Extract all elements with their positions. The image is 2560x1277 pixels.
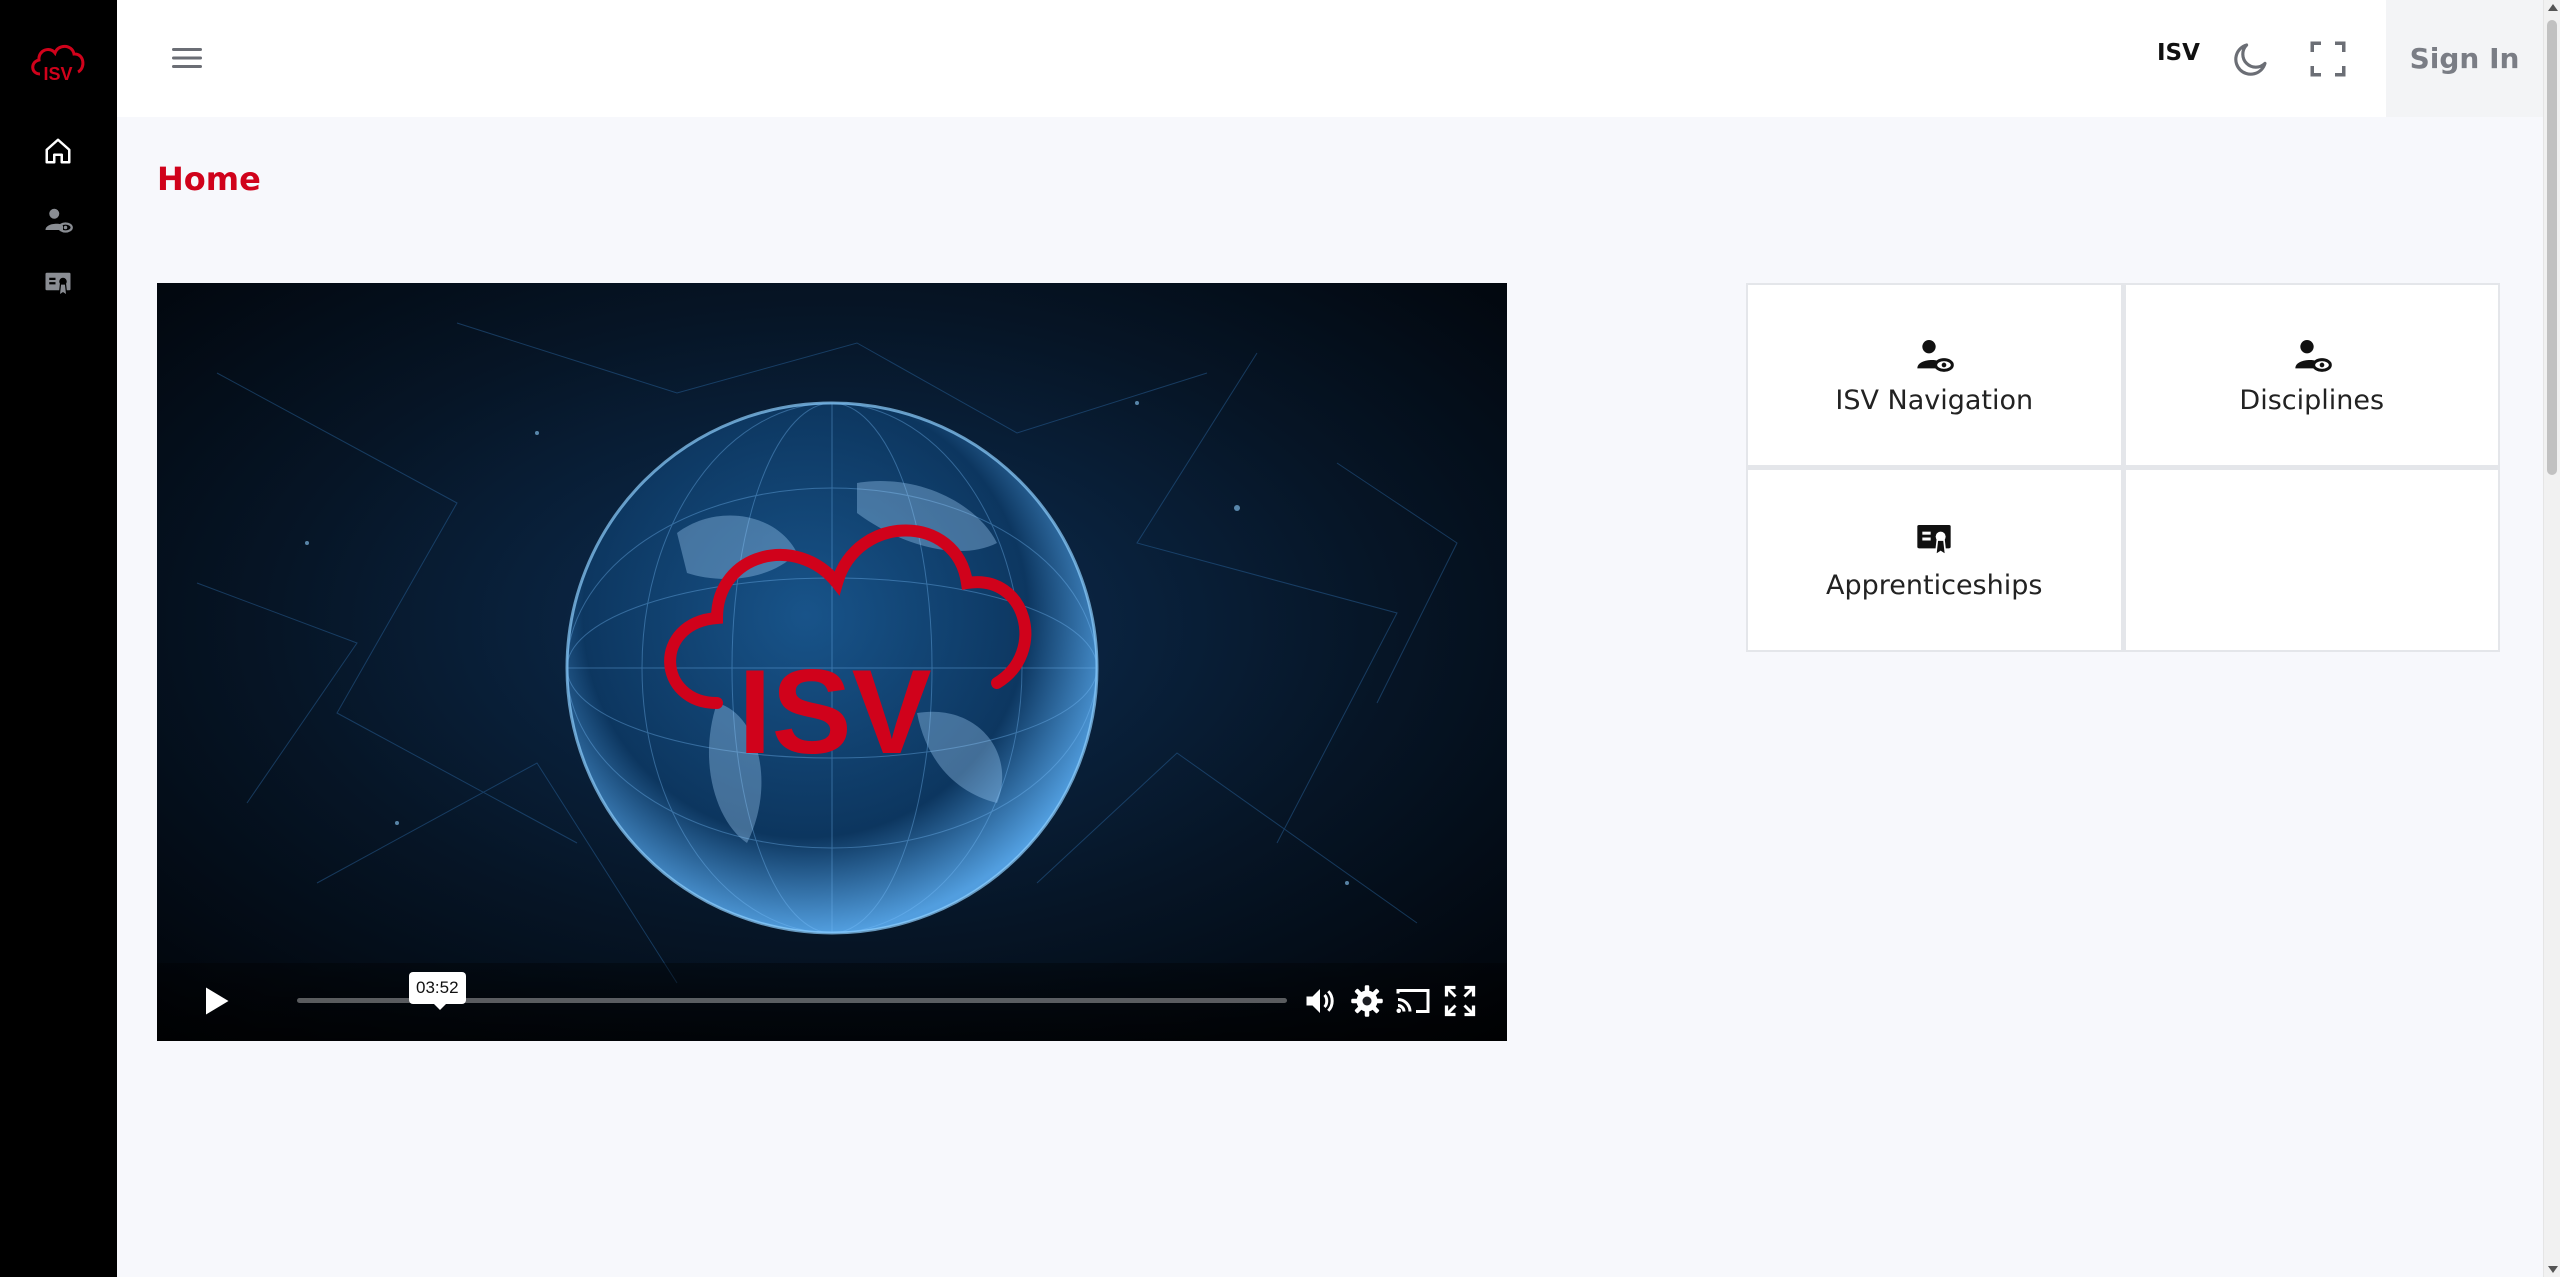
tile-label: ISV Navigation	[1835, 384, 2034, 416]
page-scrollbar[interactable]	[2543, 0, 2560, 1277]
top-bar: ISV Sign In	[117, 0, 2543, 117]
sidebar: ISV	[0, 0, 117, 1277]
cast-button[interactable]	[1395, 983, 1431, 1019]
settings-button[interactable]	[1349, 983, 1385, 1019]
user-view-icon	[1917, 339, 1955, 372]
tile-disciplines[interactable]: Disciplines	[2125, 285, 2498, 465]
fullscreen-icon	[2310, 41, 2346, 77]
video-fullscreen-button[interactable]	[1442, 983, 1478, 1019]
volume-button[interactable]	[1302, 983, 1338, 1019]
user-view-icon	[2295, 339, 2332, 372]
user-view-icon	[45, 208, 73, 233]
settings-icon	[1351, 985, 1383, 1017]
play-button[interactable]	[197, 983, 233, 1019]
scroll-down-arrow-icon[interactable]	[2548, 1266, 2558, 1273]
tile-apprenticeships[interactable]: Apprenticeships	[1748, 470, 2121, 650]
hamburger-menu-button[interactable]	[167, 38, 207, 78]
tile-empty	[2125, 470, 2498, 650]
fullscreen-button[interactable]	[2307, 38, 2349, 80]
moon-icon	[2234, 43, 2267, 76]
volume-icon	[1306, 989, 1334, 1013]
cast-icon	[1396, 989, 1430, 1013]
scroll-up-arrow-icon[interactable]	[2548, 4, 2558, 11]
certificate-icon	[1917, 524, 1951, 557]
hamburger-menu-icon	[172, 48, 202, 68]
fullscreen-icon	[1444, 985, 1476, 1017]
certificate-icon	[45, 272, 71, 297]
tile-label: Apprenticeships	[1826, 569, 2043, 601]
scroll-thumb[interactable]	[2547, 20, 2557, 475]
svg-text:ISV: ISV	[43, 64, 72, 84]
tile-label: Disciplines	[2239, 384, 2385, 416]
sidebar-item-navigation[interactable]	[38, 200, 78, 240]
video-progress-bar[interactable]: 03:52	[297, 972, 1287, 1010]
theme-toggle-button[interactable]	[2230, 38, 2272, 80]
video-player[interactable]: ISV 03:52	[157, 283, 1507, 1041]
page-title: Home	[157, 160, 261, 198]
sidebar-item-apprenticeships[interactable]	[38, 264, 78, 304]
navigation-tiles: ISV Navigation Disciplines Apprenticeshi…	[1746, 283, 2500, 652]
time-tooltip: 03:52	[409, 972, 466, 1010]
sidebar-item-home[interactable]	[38, 131, 78, 171]
tile-isv-navigation[interactable]: ISV Navigation	[1748, 285, 2121, 465]
org-label[interactable]: ISV	[2157, 40, 2200, 66]
play-icon	[206, 987, 229, 1015]
sign-in-button[interactable]: Sign In	[2386, 0, 2543, 117]
video-controls: 03:52	[157, 963, 1507, 1041]
video-logo-text: ISV	[738, 645, 931, 779]
video-frame: ISV	[157, 283, 1507, 1041]
brand-logo[interactable]: ISV	[28, 36, 88, 88]
home-icon	[45, 138, 71, 164]
